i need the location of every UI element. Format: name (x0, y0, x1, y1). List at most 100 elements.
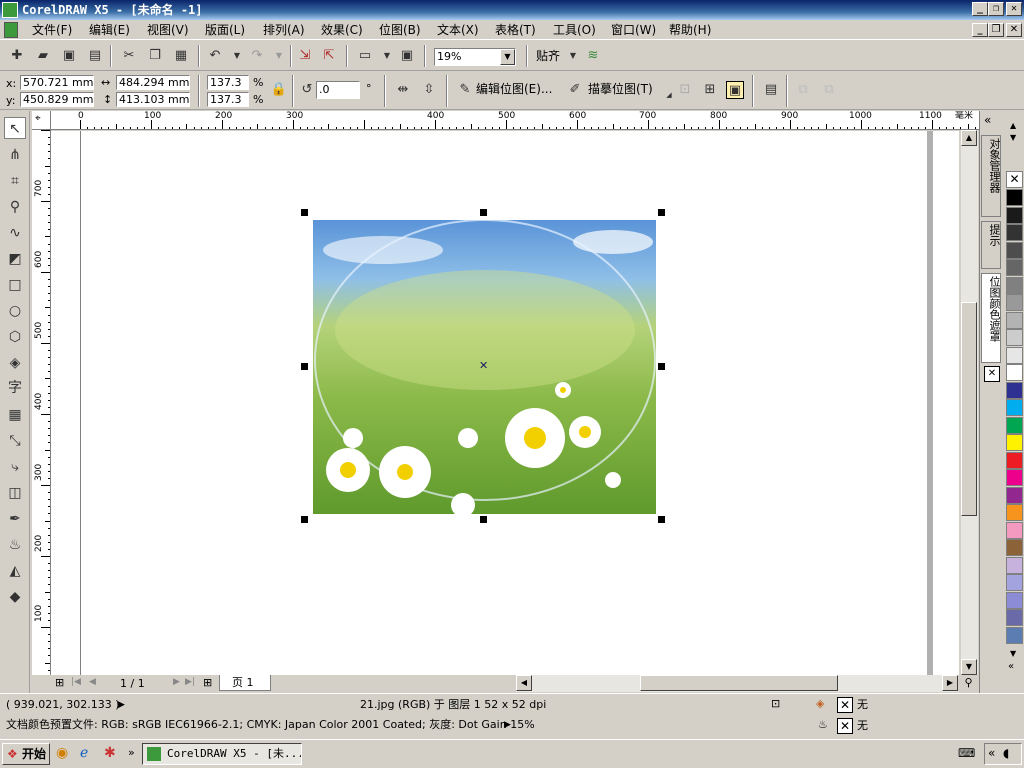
x-position-field[interactable]: 570.721 mm (20, 75, 94, 90)
browser-icon[interactable]: ◉ (56, 745, 68, 761)
hints-tab[interactable]: 提示 (981, 221, 1001, 269)
vertical-ruler[interactable]: 700 600 500 400 300 200 100 (32, 130, 51, 675)
shape-tool-icon[interactable]: ⋔ (4, 144, 26, 166)
menu-layout[interactable]: 版面(L) (205, 22, 245, 38)
bitmap-color-mask-icon[interactable]: ▣ (726, 81, 744, 99)
text-tool-icon[interactable]: 字 (4, 377, 26, 399)
color-swatch[interactable] (1006, 451, 1023, 469)
menu-view[interactable]: 视图(V) (147, 22, 189, 38)
object-manager-tab[interactable]: 对象管理器 (981, 135, 1001, 217)
color-swatch[interactable] (1006, 539, 1023, 556)
undo-icon[interactable]: ↶ (206, 47, 224, 65)
navigator-icon[interactable]: ⚲ (960, 676, 977, 692)
color-swatch[interactable] (1006, 346, 1023, 364)
color-swatch[interactable] (1006, 381, 1023, 399)
crop-tool-icon[interactable]: ⌗ (4, 170, 26, 192)
table-tool-icon[interactable]: ▦ (4, 404, 26, 426)
scale-x-field[interactable]: 137.3 (207, 75, 249, 90)
ie-icon[interactable]: ℯ (80, 745, 88, 761)
to-back-icon[interactable]: ⧉ (820, 81, 838, 99)
new-document-icon[interactable]: ✚ (8, 47, 26, 65)
horizontal-scroll-thumb[interactable] (640, 675, 838, 691)
polygon-tool-icon[interactable]: ⬡ (4, 326, 26, 348)
color-swatch[interactable] (1006, 469, 1023, 486)
color-swatch[interactable] (1006, 311, 1023, 329)
trace-bitmap-button[interactable]: 描摹位图(T) (588, 83, 653, 96)
color-swatch[interactable] (1006, 276, 1023, 294)
fill-tool-icon[interactable]: ◭ (4, 560, 26, 582)
snap-dropdown-icon[interactable]: ▼ (564, 47, 582, 65)
selection-handle-bottom-right[interactable] (658, 516, 665, 523)
menu-file[interactable]: 文件(F) (32, 22, 72, 38)
color-swatch[interactable] (1006, 504, 1023, 521)
resample-icon[interactable]: ⊞ (701, 81, 719, 99)
horizontal-scrollbar[interactable]: ◀ ▶ (516, 675, 958, 692)
menu-effects[interactable]: 效果(C) (321, 22, 363, 38)
scroll-left-button[interactable]: ◀ (516, 675, 532, 691)
doc-restore-button[interactable]: ❐ (988, 23, 1004, 37)
first-page-icon[interactable]: |◀ (71, 677, 81, 687)
color-swatch[interactable] (1006, 486, 1023, 504)
redo-dropdown-icon[interactable]: ▼ (270, 47, 288, 65)
menu-window[interactable]: 窗口(W) (611, 22, 656, 38)
minimize-button[interactable]: _ (972, 2, 988, 16)
last-page-icon[interactable]: ▶| (185, 677, 195, 687)
scroll-down-button[interactable]: ▼ (961, 659, 977, 675)
color-swatch[interactable] (1006, 189, 1023, 206)
palette-scroll-down-icon[interactable]: ▼ (1010, 133, 1016, 142)
prev-page-icon[interactable]: ◀ (89, 677, 96, 687)
selection-handle-middle-right[interactable] (658, 363, 665, 370)
scroll-right-button[interactable]: ▶ (942, 675, 958, 691)
palette-scroll-up-icon[interactable]: ▲ (1010, 121, 1016, 130)
scroll-up-button[interactable]: ▲ (961, 130, 977, 146)
zoom-tool-icon[interactable]: ⚲ (4, 196, 26, 218)
menu-help[interactable]: 帮助(H) (669, 22, 711, 38)
interactive-fill-tool-icon[interactable]: ◆ (4, 586, 26, 608)
crop-bitmap-icon[interactable]: ⊡ (676, 81, 694, 99)
pick-tool-icon[interactable]: ↖ (4, 117, 26, 139)
quicklaunch-more-icon[interactable]: » (128, 746, 135, 759)
smart-fill-tool-icon[interactable]: ◩ (4, 248, 26, 270)
selection-handle-top-left[interactable] (301, 209, 308, 216)
color-swatch[interactable] (1006, 329, 1023, 346)
add-page-before-icon[interactable]: ⊞ (55, 676, 64, 689)
object-details-icon[interactable]: ⊡ (771, 697, 780, 711)
next-page-icon[interactable]: ▶ (173, 677, 180, 687)
bitmap-color-mask-tab[interactable]: 位图颜色遮罩 (981, 273, 1001, 363)
ruler-origin[interactable]: ⌖ (32, 111, 51, 130)
dimension-tool-icon[interactable]: ⤡ (4, 430, 26, 452)
color-swatch[interactable] (1006, 294, 1023, 311)
profile-expand-icon[interactable]: ▶ (504, 718, 511, 732)
edit-bitmap-button[interactable]: 编辑位图(E)... (476, 83, 552, 96)
color-swatch[interactable] (1006, 609, 1023, 626)
color-swatch[interactable] (1006, 259, 1023, 276)
center-marker-icon[interactable]: ✕ (479, 359, 488, 372)
launcher-dropdown-icon[interactable]: ▼ (378, 47, 396, 65)
vertical-scroll-thumb[interactable] (961, 302, 977, 516)
copy-icon[interactable]: ❐ (146, 47, 164, 65)
width-field[interactable]: 484.294 mm (116, 75, 190, 90)
selection-handle-bottom-center[interactable] (480, 516, 487, 523)
color-swatch[interactable] (1006, 241, 1023, 259)
save-icon[interactable]: ▣ (60, 47, 78, 65)
selection-handle-middle-left[interactable] (301, 363, 308, 370)
lock-ratio-icon[interactable]: 🔒 (270, 81, 288, 99)
tray-expand-icon[interactable]: « (988, 746, 995, 760)
fill-none-swatch[interactable]: ✕ (837, 697, 853, 713)
doc-minimize-button[interactable]: _ (972, 23, 988, 37)
blend-tool-icon[interactable]: ◫ (4, 482, 26, 504)
connector-tool-icon[interactable]: ⤷ (4, 456, 26, 478)
color-swatch[interactable] (1006, 574, 1023, 591)
menu-table[interactable]: 表格(T) (495, 22, 536, 38)
color-swatch[interactable] (1006, 206, 1023, 224)
selection-handle-top-right[interactable] (658, 209, 665, 216)
undo-dropdown-icon[interactable]: ▼ (228, 47, 246, 65)
color-swatch[interactable] (1006, 399, 1023, 416)
color-swatch[interactable] (1006, 416, 1023, 434)
doc-close-button[interactable]: ✕ (1006, 23, 1022, 37)
scale-y-field[interactable]: 137.3 (207, 92, 249, 107)
keyboard-icon[interactable]: ⌨ (958, 746, 975, 760)
chevron-down-icon[interactable]: ▼ (500, 49, 515, 65)
eyedropper-tool-icon[interactable]: ✒ (4, 508, 26, 530)
application-launcher-icon[interactable]: ▭ (356, 47, 374, 65)
